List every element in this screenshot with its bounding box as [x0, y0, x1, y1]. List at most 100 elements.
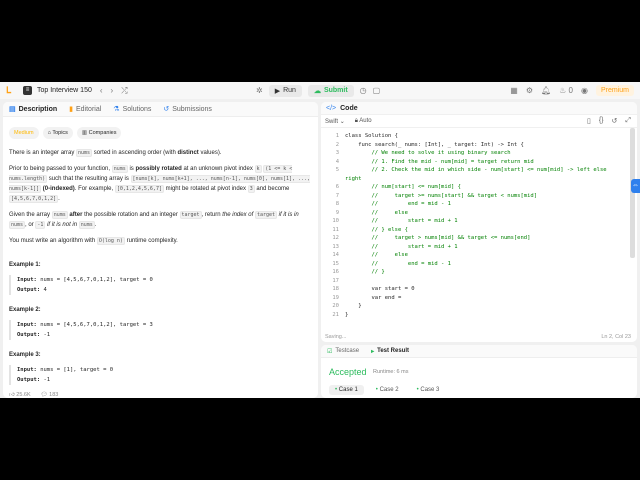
checkbox-icon: ☑ — [327, 348, 333, 355]
tab-testcase-label: Testcase — [335, 348, 360, 354]
comment-count: 183 — [49, 392, 59, 398]
streak-counter[interactable]: ♨ 0 — [559, 86, 573, 95]
submit-button[interactable]: ☁ Submit — [307, 84, 354, 97]
line-number: 1 — [335, 133, 339, 139]
example-1-box: Input: nums = [4,5,6,7,0,1,2], target = … — [9, 275, 312, 295]
code-panel-header: </> Code — [321, 102, 637, 115]
fire-icon: ♨ — [559, 86, 567, 95]
tab-solutions-label: Solutions — [122, 105, 152, 113]
comments-button[interactable]: 💬︎ 183 — [41, 392, 59, 398]
app-window: ᒪ ≡ Top Interview 150 ‹ › ⤮ ✲ ▶ Run ☁ Su… — [0, 82, 640, 398]
line-number: 3 — [335, 150, 339, 156]
lock-icon: 🔒︎ — [354, 117, 358, 124]
description-tabs: ▤ Description ▮ Editorial ⚗ Solutions ↺ … — [3, 102, 318, 117]
fullscreen-icon[interactable]: ⤢ — [625, 117, 631, 125]
difficulty-badge[interactable]: Medium — [9, 127, 39, 139]
submit-label: Submit — [323, 87, 348, 94]
case-1-label: Case 1 — [338, 387, 358, 393]
tag-icon: ⌂ — [47, 130, 51, 136]
layout-icon[interactable]: ▦ — [510, 86, 518, 95]
runtime-text: Runtime: 6 ms — [373, 369, 409, 375]
case-3-tab[interactable]: • Case 3 — [411, 385, 446, 395]
tab-description[interactable]: ▤ Description — [9, 105, 57, 114]
line-number: 6 — [335, 184, 339, 190]
thumbs-up-icon: 👍︎ — [9, 392, 15, 398]
notes-icon[interactable]: ▢ — [373, 86, 381, 95]
editor-actions: ▯ {} ↺ ⤢ — [587, 117, 631, 125]
example-2-box: Input: nums = [4,5,6,7,0,1,2], target = … — [9, 320, 312, 340]
test-panel: ☑ Testcase ▸ Test Result Accepted Runtim… — [321, 345, 637, 398]
avatar[interactable]: ◉ — [581, 86, 588, 95]
tab-solutions[interactable]: ⚗ Solutions — [113, 105, 152, 114]
code-text: // 1. Find the mid - num[mid] = target r… — [345, 158, 534, 165]
problem-description: Medium ⌂ Topics ▥ Companies There is an … — [3, 117, 318, 385]
reset-icon[interactable]: ↺ — [612, 117, 618, 125]
case-2-tab[interactable]: • Case 2 — [370, 385, 405, 395]
language-label: Swift — [325, 118, 339, 125]
prev-problem-icon[interactable]: ‹ — [100, 86, 103, 95]
code-editor[interactable]: 1 class Solution {2 func search(_ nums: [… — [321, 128, 637, 328]
case-2-label: Case 2 — [379, 387, 399, 393]
problem-stats: 👍︎ 25.6K 💬︎ 183 — [9, 392, 58, 398]
notification-icon[interactable]: 🔔︎ — [541, 86, 551, 95]
line-number: 4 — [335, 158, 339, 165]
companies-label: Companies — [88, 130, 117, 136]
problem-list-icon[interactable]: ≡ — [23, 86, 32, 95]
code-text: // } — [345, 269, 385, 275]
run-controls: ✲ ▶ Run ☁ Submit ◷ ▢ — [256, 84, 380, 97]
code-text: // We need to solve it using binary sear… — [345, 150, 511, 156]
tab-test-result[interactable]: ▸ Test Result — [371, 348, 409, 355]
like-button[interactable]: 👍︎ 25.6K — [9, 392, 31, 398]
tab-submissions[interactable]: ↺ Submissions — [163, 105, 212, 114]
example-1-title: Example 1: — [9, 262, 41, 268]
next-problem-icon[interactable]: › — [111, 86, 114, 95]
code-text: // else — [345, 252, 408, 258]
line-number: 18 — [332, 286, 339, 292]
case-1-tab[interactable]: • Case 1 — [329, 385, 364, 395]
editor-toolbar: Swift ⌄ 🔒︎ Auto ▯ {} ↺ ⤢ — [321, 115, 637, 128]
editor-scrollbar[interactable] — [630, 128, 635, 258]
leetcode-logo-icon[interactable]: ᒪ — [6, 86, 15, 95]
line-number: 17 — [332, 277, 339, 284]
editor-status-bar: Saving... Ln 2, Col 23 — [325, 334, 631, 340]
line-number: 14 — [332, 252, 339, 258]
line-number: 10 — [332, 218, 339, 224]
code-text: var start = 0 — [345, 286, 415, 292]
line-number: 11 — [332, 226, 339, 233]
companies-tag[interactable]: ▥ Companies — [76, 127, 122, 139]
description-panel: ▤ Description ▮ Editorial ⚗ Solutions ↺ … — [3, 102, 318, 398]
code-text: class Solution { — [345, 133, 398, 139]
line-number: 8 — [335, 201, 339, 207]
expand-panel-handle[interactable]: ⇔ — [631, 179, 640, 193]
settings-icon[interactable]: ⚙ — [526, 86, 533, 95]
building-icon: ▥ — [81, 130, 88, 136]
premium-button[interactable]: Premium — [595, 85, 634, 96]
bookmark-icon[interactable]: ▯ — [587, 117, 591, 125]
run-label: Run — [283, 87, 296, 94]
timer-icon[interactable]: ◷ — [360, 86, 367, 95]
code-text: right — [345, 175, 362, 182]
tab-editorial[interactable]: ▮ Editorial — [69, 105, 101, 114]
description-paragraph-4: You must write an algorithm with O(log n… — [9, 237, 178, 245]
topics-label: Topics — [52, 130, 68, 136]
code-text: // 2. Check the mid in which side - num[… — [345, 167, 607, 173]
problem-list-title[interactable]: Top Interview 150 — [37, 87, 92, 94]
topics-tag[interactable]: ⌂ Topics — [42, 127, 73, 139]
cursor-position: Ln 2, Col 23 — [601, 334, 631, 340]
top-bar: ᒪ ≡ Top Interview 150 ‹ › ⤮ ✲ ▶ Run ☁ Su… — [0, 82, 640, 99]
like-count: 25.6K — [16, 392, 31, 398]
language-select[interactable]: Swift ⌄ — [325, 118, 345, 125]
line-number: 7 — [335, 192, 339, 199]
streak-count: 0 — [568, 86, 573, 95]
code-icon: </> — [326, 104, 337, 112]
tab-testcase[interactable]: ☑ Testcase — [327, 348, 359, 355]
run-button[interactable]: ▶ Run — [268, 84, 302, 97]
history-icon: ↺ — [163, 106, 170, 113]
braces-icon[interactable]: {} — [599, 117, 604, 125]
debug-icon[interactable]: ✲ — [256, 86, 263, 95]
code-text: // target > nums[mid] && target <= nums[… — [345, 235, 531, 241]
shuffle-icon[interactable]: ⤮ — [121, 86, 127, 96]
mode-toggle[interactable]: 🔒︎ Auto — [355, 118, 372, 125]
example-1: Example 1: Input: nums = [4,5,6,7,0,1,2]… — [9, 260, 312, 295]
code-text: // } else { — [345, 226, 408, 233]
